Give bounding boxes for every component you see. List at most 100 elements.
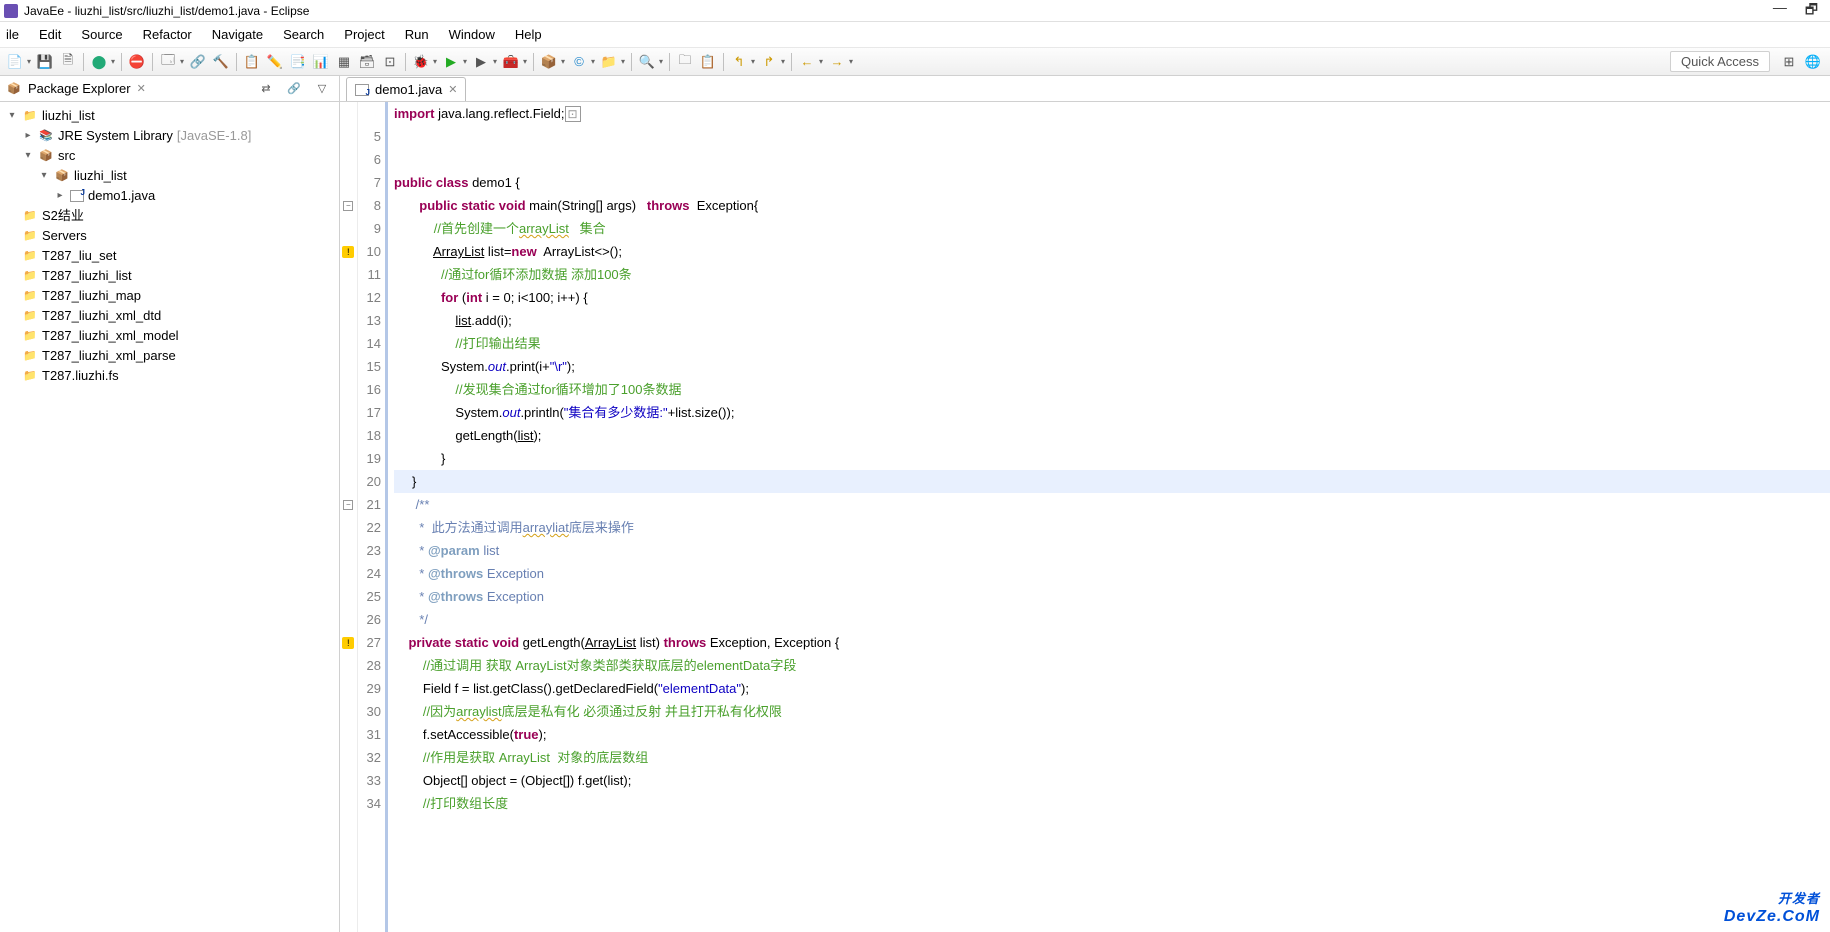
line-number[interactable]: 32	[358, 746, 381, 769]
code-line[interactable]: //打印输出结果	[394, 332, 1830, 355]
code-line[interactable]: Field f = list.getClass().getDeclaredFie…	[394, 677, 1830, 700]
line-number[interactable]: 30	[358, 700, 381, 723]
tree-item[interactable]: 📁T287_liuzhi_xml_dtd	[2, 306, 337, 326]
code-line[interactable]: System.out.println("集合有多少数据:"+list.size(…	[394, 401, 1830, 424]
code-line[interactable]: public static void main(String[] args) t…	[394, 194, 1830, 217]
tree-item[interactable]: 📁T287_liuzhi_map	[2, 286, 337, 306]
run-button[interactable]: ▶	[440, 51, 462, 73]
line-number[interactable]: 23	[358, 539, 381, 562]
tool-6[interactable]: 📊	[310, 51, 332, 73]
line-number[interactable]: 15	[358, 355, 381, 378]
minimize-button[interactable]: —	[1773, 0, 1787, 23]
code-line[interactable]: * 此方法通过调用arrayliat底层来操作	[394, 516, 1830, 539]
close-view-icon[interactable]: ✕	[137, 82, 146, 95]
line-number[interactable]: 21	[358, 493, 381, 516]
line-number[interactable]	[358, 102, 381, 125]
build-dropdown[interactable]: ▾	[109, 57, 117, 66]
code-line[interactable]: //因为arraylist底层是私有化 必须通过反射 并且打开私有化权限	[394, 700, 1830, 723]
menu-search[interactable]: Search	[273, 23, 334, 46]
expand-icon[interactable]: ▸	[22, 126, 34, 146]
external-tools-button[interactable]: 🧰	[500, 51, 522, 73]
line-number[interactable]: 20	[358, 470, 381, 493]
editor-gutter[interactable]: −!−! 56789101112131415161718192021222324…	[340, 102, 386, 932]
code-line[interactable]: import java.lang.reflect.Field;⊡	[394, 102, 1830, 125]
menu-help[interactable]: Help	[505, 23, 552, 46]
menu-run[interactable]: Run	[395, 23, 439, 46]
editor-tab-demo1[interactable]: demo1.java ✕	[346, 77, 466, 101]
code-line[interactable]	[394, 125, 1830, 148]
line-number[interactable]: 24	[358, 562, 381, 585]
view-menu-icon[interactable]: ▽	[311, 78, 333, 100]
tree-item[interactable]: 📁T287_liuzhi_xml_parse	[2, 346, 337, 366]
tree-item[interactable]: 📁T287_liuzhi_xml_model	[2, 326, 337, 346]
new-package-button[interactable]: 📦	[538, 51, 560, 73]
line-number[interactable]: 5	[358, 125, 381, 148]
java-ee-perspective-button[interactable]: 🌐	[1802, 51, 1824, 73]
warning-marker-icon[interactable]: !	[342, 637, 354, 649]
new-class-button[interactable]: ©	[568, 51, 590, 73]
save-all-button[interactable]: 🗎	[57, 51, 79, 73]
tool-2[interactable]: 🔨	[210, 51, 232, 73]
code-line[interactable]: list.add(i);	[394, 309, 1830, 332]
tree-item[interactable]: ▾📦src	[2, 146, 337, 166]
code-line[interactable]: //发现集合通过for循环增加了100条数据	[394, 378, 1830, 401]
line-number[interactable]: 29	[358, 677, 381, 700]
code-line[interactable]: Object[] object = (Object[]) f.get(list)…	[394, 769, 1830, 792]
tree-item[interactable]: ▾📦liuzhi_list	[2, 166, 337, 186]
line-number[interactable]: 18	[358, 424, 381, 447]
code-line[interactable]: getLength(list);	[394, 424, 1830, 447]
code-line[interactable]: //打印数组长度	[394, 792, 1830, 815]
code-line[interactable]: //首先创建一个arrayList 集合	[394, 217, 1830, 240]
skip-breakpoints-button[interactable]: ⛔	[126, 51, 148, 73]
line-number[interactable]: 17	[358, 401, 381, 424]
back-button[interactable]: ←	[796, 51, 818, 73]
editor-code[interactable]: import java.lang.reflect.Field;⊡ public …	[386, 102, 1830, 932]
tool-8[interactable]: 🗃	[356, 51, 378, 73]
line-number[interactable]: 34	[358, 792, 381, 815]
code-line[interactable]: ArrayList list=new ArrayList<>();	[394, 240, 1830, 263]
tool-7[interactable]: ▦	[333, 51, 355, 73]
line-number[interactable]: 28	[358, 654, 381, 677]
code-line[interactable]: for (int i = 0; i<100; i++) {	[394, 286, 1830, 309]
search-button[interactable]: 🔍	[636, 51, 658, 73]
expand-icon[interactable]: ▾	[6, 106, 18, 126]
line-number[interactable]: 6	[358, 148, 381, 171]
menu-refactor[interactable]: Refactor	[133, 23, 202, 46]
new-folder-button[interactable]: 📁	[598, 51, 620, 73]
tree-item[interactable]: 📁T287.liuzhi.fs	[2, 366, 337, 386]
menu-navigate[interactable]: Navigate	[202, 23, 273, 46]
menu-window[interactable]: Window	[439, 23, 505, 46]
code-line[interactable]: //通过for循环添加数据 添加100条	[394, 263, 1830, 286]
warning-marker-icon[interactable]: !	[342, 246, 354, 258]
menu-file[interactable]: ile	[0, 23, 29, 46]
menu-project[interactable]: Project	[334, 23, 394, 46]
prev-annotation-button[interactable]: ↰	[728, 51, 750, 73]
code-line[interactable]: /**	[394, 493, 1830, 516]
next-annotation-button[interactable]: ↱	[758, 51, 780, 73]
tree-item[interactable]: 📁T287_liu_set	[2, 246, 337, 266]
line-number[interactable]: 27	[358, 631, 381, 654]
line-number[interactable]: 33	[358, 769, 381, 792]
tool-1[interactable]: 🔗	[187, 51, 209, 73]
quick-access[interactable]: Quick Access	[1670, 51, 1770, 72]
code-line[interactable]: * @throws Exception	[394, 585, 1830, 608]
code-line[interactable]: //通过调用 获取 ArrayList对象类部类获取底层的elementData…	[394, 654, 1830, 677]
menu-edit[interactable]: Edit	[29, 23, 71, 46]
expand-icon[interactable]: ▾	[38, 166, 50, 186]
tool-4[interactable]: ✏️	[264, 51, 286, 73]
line-number[interactable]: 12	[358, 286, 381, 309]
line-number[interactable]: 22	[358, 516, 381, 539]
line-number[interactable]: 9	[358, 217, 381, 240]
code-line[interactable]	[394, 148, 1830, 171]
code-line[interactable]: public class demo1 {	[394, 171, 1830, 194]
line-number[interactable]: 16	[358, 378, 381, 401]
line-number[interactable]: 8	[358, 194, 381, 217]
code-line[interactable]: }	[394, 470, 1830, 493]
tool-11[interactable]: 📋	[697, 51, 719, 73]
tree-item[interactable]: ▾📁liuzhi_list	[2, 106, 337, 126]
expand-icon[interactable]: ▸	[54, 186, 66, 206]
build-button[interactable]: ⬤	[88, 51, 110, 73]
line-number[interactable]: 19	[358, 447, 381, 470]
code-line[interactable]: f.setAccessible(true);	[394, 723, 1830, 746]
line-number[interactable]: 26	[358, 608, 381, 631]
